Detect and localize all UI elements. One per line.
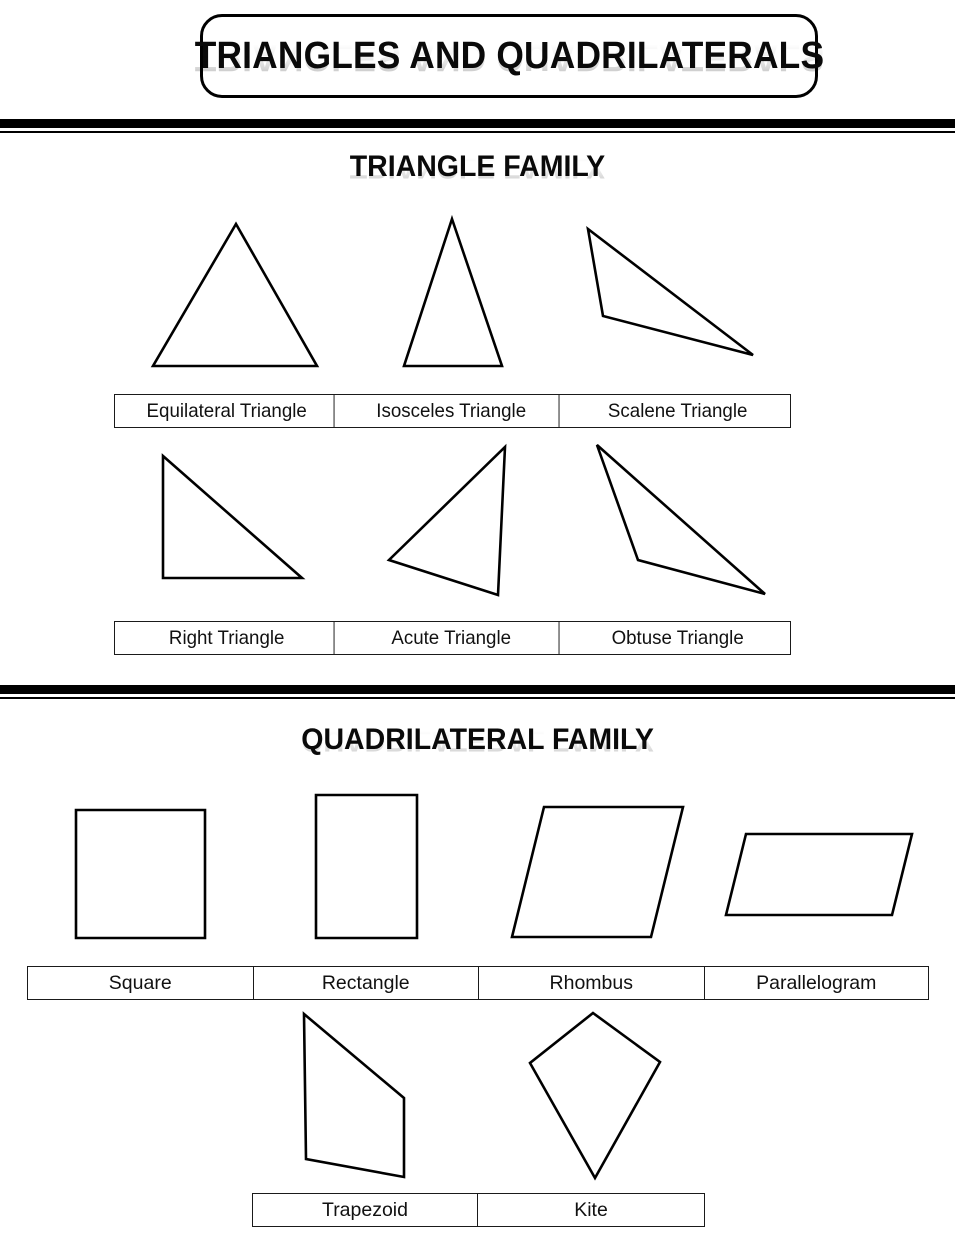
triangle-family-heading-text: TRIANGLE FAMILY <box>349 150 606 183</box>
shape-kite <box>528 1011 662 1181</box>
triangle-row-2-label-row: Right Triangle Acute Triangle Obtuse Tri… <box>114 621 791 655</box>
label-equilateral-triangle[interactable]: Equilateral Triangle <box>119 395 335 427</box>
shape-obtuse-triangle <box>595 444 766 596</box>
quadrilateral-family-heading: QUADRILATERAL FAMILY QUADRILATERAL FAMIL… <box>301 723 654 757</box>
label-rhombus-text: Rhombus <box>549 971 633 994</box>
triangle-row-1-label-row: Equilateral Triangle Isosceles Triangle … <box>114 394 791 428</box>
label-scalene-triangle-text: Scalene Triangle <box>607 399 748 422</box>
label-acute-triangle-text: Acute Triangle <box>391 626 512 649</box>
quadrilateral-row-1-label-row: Square Rectangle Rhombus Parallelogram <box>27 966 929 1000</box>
label-rectangle[interactable]: Rectangle <box>254 967 479 999</box>
shape-right-triangle <box>161 453 306 580</box>
label-rectangle-text: Rectangle <box>321 971 410 994</box>
shape-isosceles-triangle <box>402 214 504 368</box>
page-title-box: TRIANGLES AND QUADRILATERALS TRIANGLES A… <box>194 14 824 98</box>
shape-square <box>74 808 207 940</box>
label-obtuse-triangle[interactable]: Obtuse Triangle <box>569 622 785 654</box>
shape-rectangle <box>314 793 419 940</box>
page-title-text: TRIANGLES AND QUADRILATERALS <box>194 34 824 77</box>
label-trapezoid-text: Trapezoid <box>322 1198 408 1221</box>
page-title-wrap: TRIANGLES AND QUADRILATERALS TRIANGLES A… <box>194 17 824 95</box>
label-square[interactable]: Square <box>28 967 254 999</box>
label-acute-triangle[interactable]: Acute Triangle <box>344 622 561 654</box>
divider-thick-bar <box>0 685 955 694</box>
shape-rhombus <box>510 805 685 939</box>
shape-acute-triangle <box>386 443 507 597</box>
label-parallelogram[interactable]: Parallelogram <box>705 967 929 999</box>
label-obtuse-triangle-text: Obtuse Triangle <box>611 626 744 649</box>
label-kite-text: Kite <box>574 1198 608 1221</box>
quadrilateral-family-heading-text: QUADRILATERAL FAMILY <box>301 723 654 756</box>
quadrilateral-row-2-label-row: Trapezoid Kite <box>252 1193 705 1227</box>
label-equilateral-triangle-text: Equilateral Triangle <box>146 399 307 422</box>
shape-trapezoid <box>302 1011 406 1179</box>
label-trapezoid[interactable]: Trapezoid <box>253 1194 478 1226</box>
shape-scalene-triangle <box>586 225 754 357</box>
label-scalene-triangle[interactable]: Scalene Triangle <box>569 395 785 427</box>
section-heading-triangle-family: TRIANGLE FAMILY TRIANGLE FAMILY <box>0 150 955 184</box>
divider-thin-line <box>0 697 955 699</box>
divider-middle <box>0 685 955 699</box>
divider-thin-line <box>0 131 955 133</box>
divider-thick-bar <box>0 119 955 128</box>
label-parallelogram-text: Parallelogram <box>756 971 877 994</box>
label-square-text: Square <box>108 971 172 994</box>
page-title: TRIANGLES AND QUADRILATERALS TRIANGLES A… <box>194 35 824 78</box>
label-rhombus[interactable]: Rhombus <box>479 967 705 999</box>
shape-equilateral-triangle <box>150 221 320 368</box>
shape-parallelogram <box>724 832 914 917</box>
label-isosceles-triangle[interactable]: Isosceles Triangle <box>344 395 561 427</box>
label-right-triangle-text: Right Triangle <box>168 626 285 649</box>
label-kite[interactable]: Kite <box>478 1194 704 1226</box>
divider-top <box>0 119 955 133</box>
label-right-triangle[interactable]: Right Triangle <box>119 622 335 654</box>
label-isosceles-triangle-text: Isosceles Triangle <box>376 399 527 422</box>
section-heading-quadrilateral-family: QUADRILATERAL FAMILY QUADRILATERAL FAMIL… <box>0 723 955 757</box>
triangle-family-heading: TRIANGLE FAMILY TRIANGLE FAMILY <box>350 150 605 184</box>
